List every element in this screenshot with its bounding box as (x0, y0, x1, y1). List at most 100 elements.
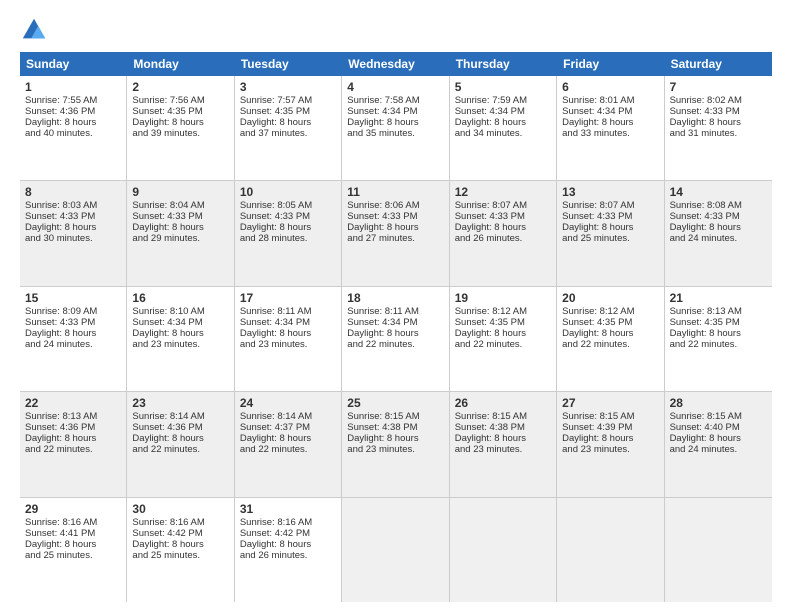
day-number: 15 (25, 291, 121, 305)
day-number: 3 (240, 80, 336, 94)
day-info-line: Daylight: 8 hours (670, 433, 767, 444)
calendar-cell: 21Sunrise: 8:13 AMSunset: 4:35 PMDayligh… (665, 287, 772, 391)
day-number: 30 (132, 502, 228, 516)
day-number: 26 (455, 396, 551, 410)
day-info-line: and 24 minutes. (25, 339, 121, 350)
day-info-line: Sunrise: 8:14 AM (240, 411, 336, 422)
day-info-line: Sunrise: 7:56 AM (132, 95, 228, 106)
page: SundayMondayTuesdayWednesdayThursdayFrid… (0, 0, 792, 612)
day-number: 24 (240, 396, 336, 410)
day-info-line: and 31 minutes. (670, 128, 767, 139)
day-info-line: Sunset: 4:34 PM (562, 106, 658, 117)
day-number: 8 (25, 185, 121, 199)
day-number: 22 (25, 396, 121, 410)
calendar-cell: 5Sunrise: 7:59 AMSunset: 4:34 PMDaylight… (450, 76, 557, 180)
day-info-line: Daylight: 8 hours (455, 328, 551, 339)
day-info-line: Sunset: 4:33 PM (455, 211, 551, 222)
day-info-line: Sunrise: 8:10 AM (132, 306, 228, 317)
day-info-line: Sunset: 4:33 PM (25, 211, 121, 222)
day-info-line: Daylight: 8 hours (455, 433, 551, 444)
day-info-line: Daylight: 8 hours (347, 222, 443, 233)
day-info-line: Sunset: 4:33 PM (347, 211, 443, 222)
calendar-cell: 13Sunrise: 8:07 AMSunset: 4:33 PMDayligh… (557, 181, 664, 285)
day-info-line: and 22 minutes. (240, 444, 336, 455)
day-info-line: Sunrise: 8:12 AM (562, 306, 658, 317)
calendar-cell: 23Sunrise: 8:14 AMSunset: 4:36 PMDayligh… (127, 392, 234, 496)
day-info-line: Sunset: 4:34 PM (132, 317, 228, 328)
day-info-line: Sunset: 4:35 PM (562, 317, 658, 328)
day-info-line: and 34 minutes. (455, 128, 551, 139)
day-info-line: Daylight: 8 hours (455, 117, 551, 128)
calendar-row-3: 15Sunrise: 8:09 AMSunset: 4:33 PMDayligh… (20, 287, 772, 392)
day-info-line: Sunset: 4:36 PM (25, 422, 121, 433)
day-number: 14 (670, 185, 767, 199)
day-info-line: and 22 minutes. (25, 444, 121, 455)
day-info-line: Daylight: 8 hours (25, 222, 121, 233)
day-info-line: Sunset: 4:35 PM (455, 317, 551, 328)
day-info-line: Daylight: 8 hours (25, 433, 121, 444)
day-number: 12 (455, 185, 551, 199)
calendar-cell: 1Sunrise: 7:55 AMSunset: 4:36 PMDaylight… (20, 76, 127, 180)
day-info-line: Sunrise: 8:14 AM (132, 411, 228, 422)
calendar-cell (665, 498, 772, 602)
day-info-line: and 22 minutes. (562, 339, 658, 350)
day-number: 23 (132, 396, 228, 410)
day-info-line: Sunrise: 8:16 AM (240, 517, 336, 528)
day-info-line: Sunrise: 8:06 AM (347, 200, 443, 211)
day-number: 28 (670, 396, 767, 410)
day-number: 29 (25, 502, 121, 516)
day-info-line: Sunrise: 8:04 AM (132, 200, 228, 211)
calendar-row-5: 29Sunrise: 8:16 AMSunset: 4:41 PMDayligh… (20, 498, 772, 602)
day-info-line: and 33 minutes. (562, 128, 658, 139)
day-number: 17 (240, 291, 336, 305)
calendar-cell: 4Sunrise: 7:58 AMSunset: 4:34 PMDaylight… (342, 76, 449, 180)
day-info-line: and 25 minutes. (132, 550, 228, 561)
day-number: 13 (562, 185, 658, 199)
logo (20, 16, 52, 44)
calendar-cell: 2Sunrise: 7:56 AMSunset: 4:35 PMDaylight… (127, 76, 234, 180)
day-info-line: Sunrise: 8:05 AM (240, 200, 336, 211)
calendar-header: SundayMondayTuesdayWednesdayThursdayFrid… (20, 52, 772, 76)
day-info-line: Sunrise: 8:07 AM (562, 200, 658, 211)
day-info-line: Daylight: 8 hours (132, 222, 228, 233)
calendar-row-2: 8Sunrise: 8:03 AMSunset: 4:33 PMDaylight… (20, 181, 772, 286)
day-info-line: and 22 minutes. (347, 339, 443, 350)
day-info-line: Sunrise: 8:13 AM (670, 306, 767, 317)
calendar-row-1: 1Sunrise: 7:55 AMSunset: 4:36 PMDaylight… (20, 76, 772, 181)
day-info-line: Sunset: 4:35 PM (670, 317, 767, 328)
logo-icon (20, 16, 48, 44)
day-info-line: Sunset: 4:33 PM (562, 211, 658, 222)
day-info-line: Sunrise: 8:08 AM (670, 200, 767, 211)
day-info-line: Sunrise: 8:01 AM (562, 95, 658, 106)
day-number: 16 (132, 291, 228, 305)
day-info-line: and 28 minutes. (240, 233, 336, 244)
calendar-cell: 15Sunrise: 8:09 AMSunset: 4:33 PMDayligh… (20, 287, 127, 391)
day-info-line: Daylight: 8 hours (670, 222, 767, 233)
calendar-cell: 18Sunrise: 8:11 AMSunset: 4:34 PMDayligh… (342, 287, 449, 391)
day-info-line: Sunrise: 8:07 AM (455, 200, 551, 211)
day-info-line: Sunrise: 8:11 AM (347, 306, 443, 317)
day-info-line: Sunrise: 8:02 AM (670, 95, 767, 106)
day-info-line: Sunrise: 7:57 AM (240, 95, 336, 106)
day-info-line: and 23 minutes. (562, 444, 658, 455)
day-info-line: Sunset: 4:36 PM (25, 106, 121, 117)
calendar-cell: 31Sunrise: 8:16 AMSunset: 4:42 PMDayligh… (235, 498, 342, 602)
day-info-line: Sunrise: 8:15 AM (455, 411, 551, 422)
day-info-line: and 22 minutes. (455, 339, 551, 350)
day-info-line: Sunset: 4:33 PM (670, 106, 767, 117)
day-info-line: and 26 minutes. (240, 550, 336, 561)
day-info-line: Daylight: 8 hours (562, 117, 658, 128)
header-day-saturday: Saturday (665, 52, 772, 76)
day-info-line: Sunrise: 7:59 AM (455, 95, 551, 106)
day-info-line: Sunrise: 8:15 AM (562, 411, 658, 422)
day-info-line: Sunrise: 8:15 AM (347, 411, 443, 422)
day-info-line: Sunrise: 8:12 AM (455, 306, 551, 317)
calendar: SundayMondayTuesdayWednesdayThursdayFrid… (20, 52, 772, 602)
day-number: 19 (455, 291, 551, 305)
day-info-line: and 23 minutes. (132, 339, 228, 350)
day-info-line: Daylight: 8 hours (240, 539, 336, 550)
day-info-line: and 22 minutes. (670, 339, 767, 350)
day-number: 11 (347, 185, 443, 199)
day-info-line: Daylight: 8 hours (240, 117, 336, 128)
day-info-line: Daylight: 8 hours (25, 117, 121, 128)
